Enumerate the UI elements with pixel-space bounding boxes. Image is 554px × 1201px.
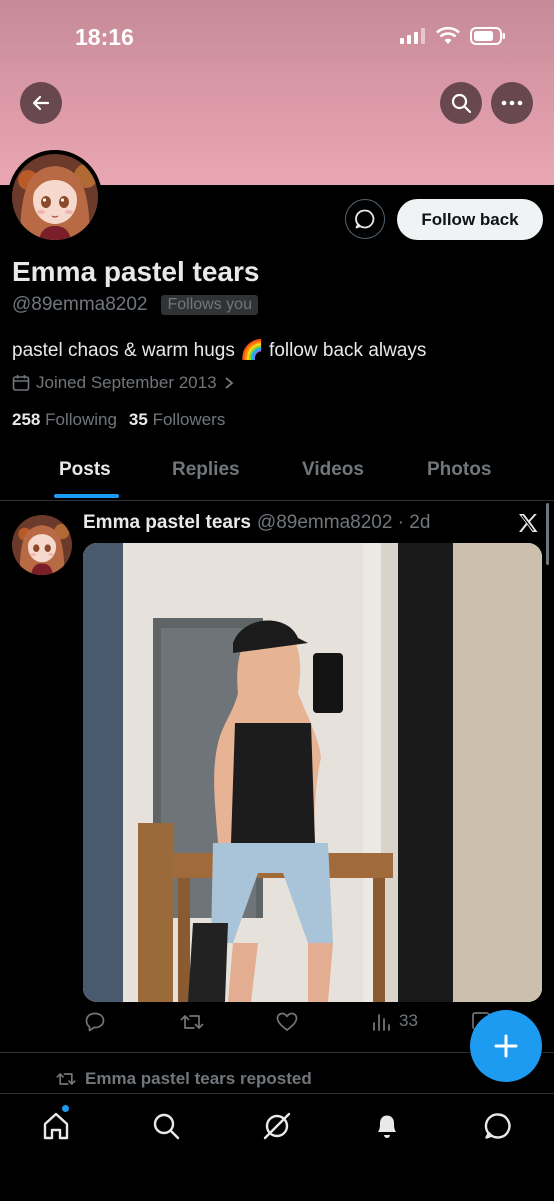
back-arrow-icon [32,95,50,111]
views-button[interactable]: 33 [371,1010,418,1032]
wifi-icon [436,27,460,44]
profile-handle: @89emma8202 [12,294,148,315]
compose-plus-icon [494,1034,518,1058]
repost-text: Emma pastel tears reposted [85,1069,312,1088]
calendar-icon [12,375,30,391]
tab-replies[interactable]: Replies [172,459,240,481]
message-icon [355,209,375,229]
views-icon [373,1014,390,1031]
tab-posts[interactable]: Posts [59,459,111,481]
retweet-button[interactable] [179,1010,205,1034]
post-media-image[interactable] [83,543,542,1002]
post-avatar-image [12,515,72,575]
home-icon[interactable] [40,1110,72,1142]
active-tab-indicator [54,494,119,498]
retweet-icon [180,1015,204,1029]
follows-you-badge: Follows you [161,295,258,315]
like-icon [276,1012,298,1031]
notifications-bell-icon[interactable] [371,1110,403,1142]
views-count: 33 [399,1011,418,1030]
search-button[interactable] [440,82,482,124]
handle-row: @89emma8202 Follows you [12,294,258,316]
reply-button[interactable] [83,1010,107,1034]
profile-avatar[interactable] [8,150,102,244]
like-button[interactable] [275,1010,299,1034]
status-icons [400,27,506,45]
profile-display-name: Emma pastel tears [12,256,260,287]
reply-icon [85,1012,105,1032]
post-author-name[interactable]: Emma pastel tears [83,512,251,534]
retweet-icon [56,1073,76,1085]
avatar-image [8,150,102,244]
grok-icon[interactable] [261,1110,293,1142]
explore-search-icon[interactable] [150,1110,182,1142]
bottom-navigation [0,1093,554,1201]
follow-stats: 258 Following 35 Followers [12,410,225,430]
more-button[interactable] [491,82,533,124]
search-icon [451,93,472,114]
repost-indicator: Emma pastel tears reposted [55,1069,312,1089]
post-handle-time: @89emma8202 · 2d [256,512,431,533]
x-logo-icon [519,514,538,532]
back-button[interactable] [20,82,62,124]
follow-back-button[interactable]: Follow back [397,199,543,240]
profile-bio: pastel chaos & warm hugs 🌈 follow back a… [12,340,427,361]
tab-photos[interactable]: Photos [427,459,491,481]
joined-row: Joined September 2013 [12,373,235,393]
messages-icon[interactable] [482,1110,514,1142]
compose-button[interactable] [470,1010,542,1082]
tab-videos[interactable]: Videos [302,459,364,481]
post-avatar[interactable] [12,515,72,575]
post-header: Emma pastel tears @89emma8202 · 2d [83,512,430,534]
chevron-right-icon[interactable] [223,376,235,390]
joined-date: Joined September 2013 [36,373,217,392]
selfie-photo [83,543,542,1002]
following-link[interactable]: 258 Following [12,410,117,430]
scrollbar[interactable] [546,503,549,565]
more-icon [501,100,523,106]
battery-icon [470,27,505,45]
status-time: 18:16 [75,24,134,50]
followers-link[interactable]: 35 Followers [129,410,225,430]
message-button[interactable] [345,199,385,239]
signal-icon [400,28,425,44]
